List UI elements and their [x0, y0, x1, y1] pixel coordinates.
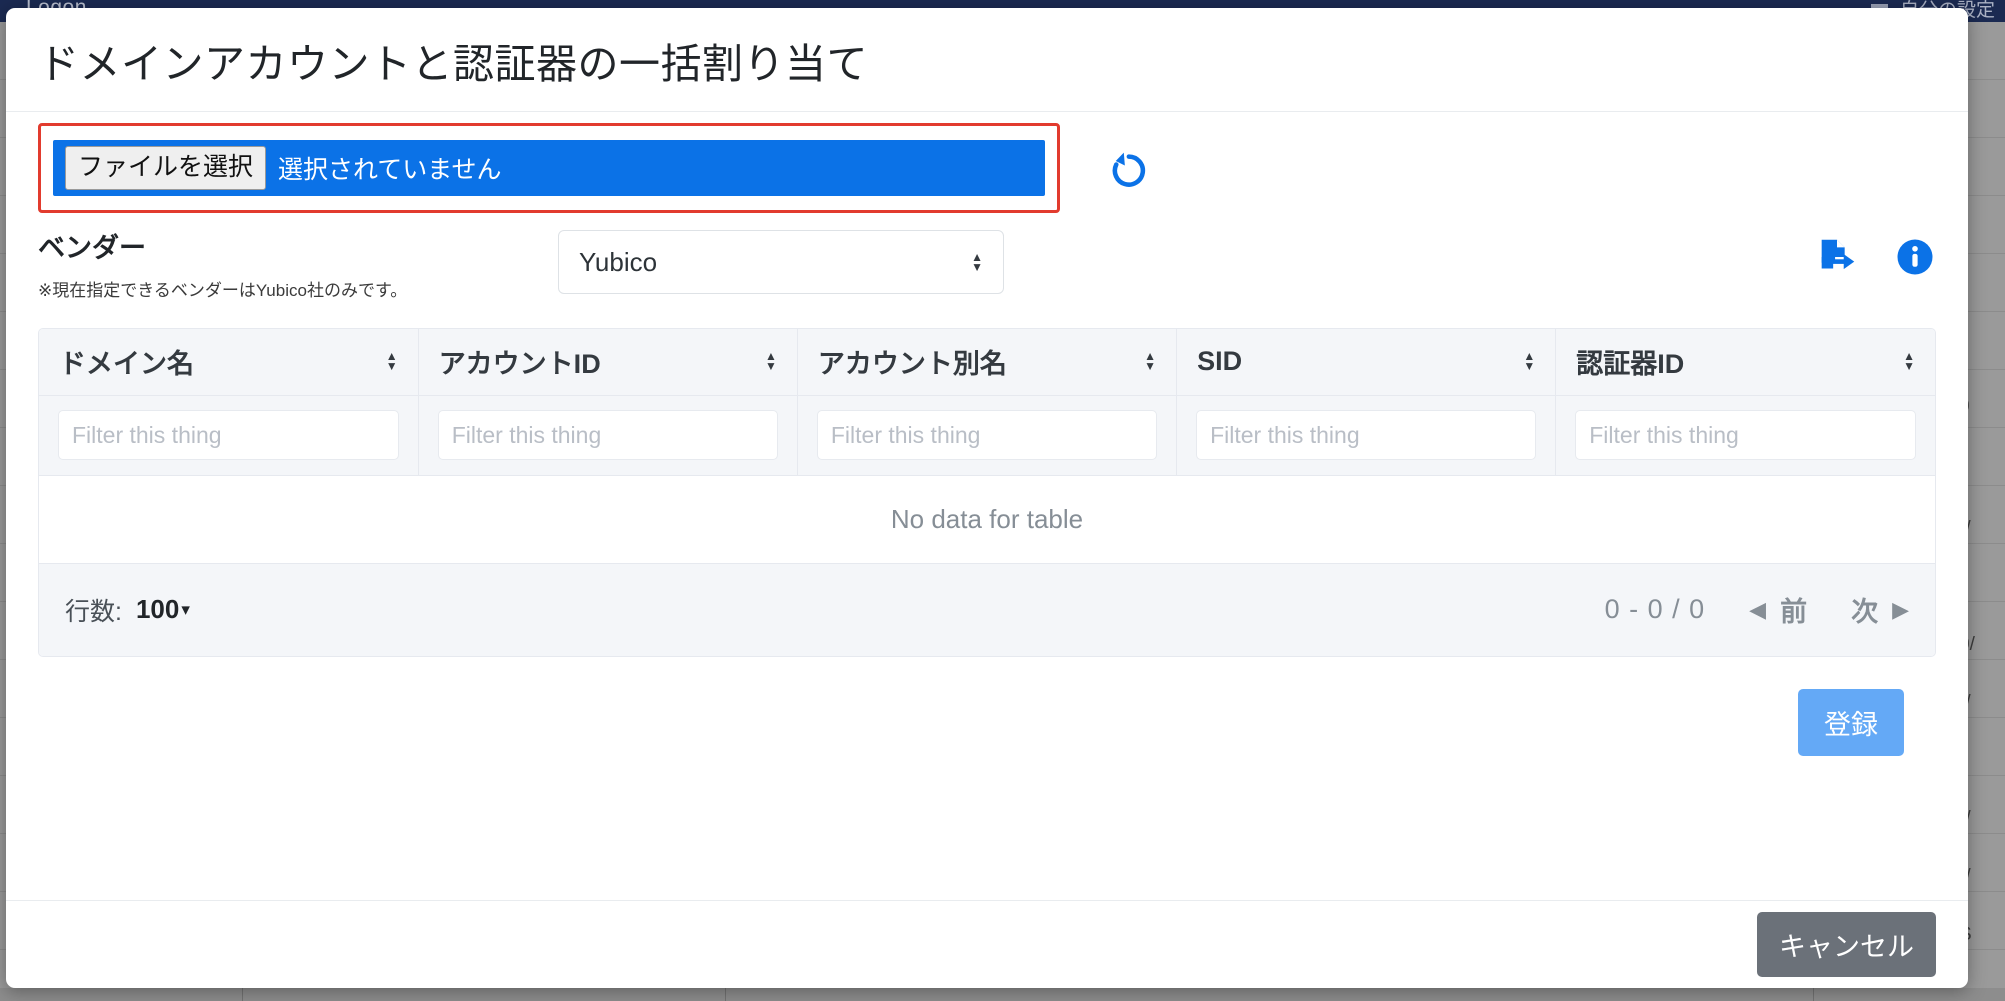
- table-empty-message: No data for table: [39, 475, 1935, 563]
- bulk-assignment-dialog: ドメインアカウントと認証器の一括割り当て ファイルを選択 選択されていません ベ…: [6, 8, 1968, 988]
- rows-per-page-value: 100: [136, 594, 179, 625]
- next-page-button[interactable]: 次 ▶: [1851, 590, 1909, 629]
- table-header-row: ドメイン名 ▲▼ アカウントID ▲▼ アカウン: [39, 329, 1935, 395]
- file-status-text: 選択されていません: [278, 150, 502, 186]
- vendor-label: ベンダー: [38, 226, 558, 265]
- dialog-title: ドメインアカウントと認証器の一括割り当て: [38, 30, 868, 90]
- chevron-updown-icon: ▲▼: [971, 254, 983, 271]
- column-label: 認証器ID: [1576, 342, 1684, 381]
- chevron-down-icon: ▾: [181, 600, 190, 620]
- rows-per-page-select[interactable]: 100 ▾: [136, 594, 190, 625]
- filter-input-domain-name[interactable]: [58, 410, 399, 460]
- register-button[interactable]: 登録: [1798, 689, 1904, 756]
- table-filter-row: [39, 395, 1935, 475]
- dialog-header: ドメインアカウントと認証器の一括割り当て: [6, 8, 1968, 112]
- vendor-select-wrapper: Yubico ▲▼: [558, 222, 1004, 294]
- chevron-left-icon: ◀: [1749, 597, 1766, 623]
- reset-button[interactable]: [1102, 142, 1154, 194]
- info-button[interactable]: [1894, 236, 1936, 278]
- column-header-authenticator-id[interactable]: 認証器ID ▲▼: [1556, 329, 1935, 395]
- column-label: SID: [1197, 346, 1242, 377]
- vendor-select-value: Yubico: [579, 247, 657, 278]
- filter-cell-account-alias: [797, 395, 1176, 475]
- next-page-label: 次: [1851, 590, 1878, 629]
- previous-page-label: 前: [1780, 590, 1807, 629]
- filter-input-sid[interactable]: [1196, 410, 1536, 460]
- filter-input-account-alias[interactable]: [817, 410, 1157, 460]
- sort-arrows-icon[interactable]: ▲▼: [1903, 353, 1915, 370]
- background-bottom-bar: [0, 988, 2005, 1001]
- submit-row: 登録: [38, 657, 1936, 756]
- dialog-body: ファイルを選択 選択されていません ベンダー ※現在指定できるベンダーはYubi…: [6, 112, 1968, 900]
- info-circle-icon: [1894, 236, 1936, 278]
- rows-per-page-group: 行数: 100 ▾: [65, 592, 190, 628]
- vendor-note: ※現在指定できるベンダーはYubico社のみです。: [38, 276, 558, 301]
- vendor-select[interactable]: Yubico ▲▼: [558, 230, 1004, 294]
- column-header-domain-name[interactable]: ドメイン名 ▲▼: [39, 329, 418, 395]
- filter-input-account-id[interactable]: [438, 410, 778, 460]
- filter-input-authenticator-id[interactable]: [1575, 410, 1916, 460]
- file-export-icon: [1814, 234, 1860, 280]
- undo-reset-icon: [1107, 147, 1149, 189]
- sort-arrows-icon[interactable]: ▲▼: [1144, 353, 1156, 370]
- sort-arrows-icon[interactable]: ▲▼: [765, 353, 777, 370]
- choose-file-button[interactable]: ファイルを選択: [65, 146, 266, 190]
- column-label: アカウント別名: [818, 342, 1007, 381]
- dialog-footer: キャンセル: [6, 900, 1968, 988]
- filter-cell-authenticator-id: [1556, 395, 1935, 475]
- file-input-focus-highlight: ファイルを選択 選択されていません: [38, 123, 1060, 213]
- sort-arrows-icon[interactable]: ▲▼: [386, 353, 398, 370]
- vendor-label-group: ベンダー ※現在指定できるベンダーはYubico社のみです。: [38, 222, 558, 301]
- vendor-row: ベンダー ※現在指定できるベンダーはYubico社のみです。 Yubico ▲▼: [38, 222, 1936, 318]
- table-empty-row: No data for table: [39, 475, 1935, 563]
- filter-cell-sid: [1177, 395, 1556, 475]
- vendor-action-icons: [1814, 234, 1936, 280]
- file-input[interactable]: ファイルを選択 選択されていません: [53, 140, 1045, 196]
- pagination-controls: 0 - 0 / 0 ◀ 前 次 ▶: [1605, 590, 1909, 629]
- column-label: アカウントID: [439, 342, 601, 381]
- column-header-account-id[interactable]: アカウントID ▲▼: [418, 329, 797, 395]
- filter-cell-domain-name: [39, 395, 418, 475]
- column-header-account-alias[interactable]: アカウント別名 ▲▼: [797, 329, 1176, 395]
- table-pagination: 行数: 100 ▾ 0 - 0 / 0 ◀ 前 次 ▶: [39, 564, 1935, 656]
- previous-page-button[interactable]: ◀ 前: [1749, 590, 1807, 629]
- cancel-button[interactable]: キャンセル: [1757, 912, 1936, 977]
- column-label: ドメイン名: [59, 342, 194, 381]
- column-header-sid[interactable]: SID ▲▼: [1177, 329, 1556, 395]
- file-upload-row: ファイルを選択 選択されていません: [38, 124, 1936, 212]
- export-template-button[interactable]: [1814, 234, 1860, 280]
- rows-per-page-label: 行数:: [65, 592, 122, 628]
- assignment-table: ドメイン名 ▲▼ アカウントID ▲▼ アカウン: [38, 328, 1936, 657]
- filter-cell-account-id: [418, 395, 797, 475]
- table-header: ドメイン名 ▲▼ アカウントID ▲▼ アカウン: [39, 329, 1935, 395]
- chevron-right-icon: ▶: [1892, 597, 1909, 623]
- sort-arrows-icon[interactable]: ▲▼: [1523, 353, 1535, 370]
- pagination-range: 0 - 0 / 0: [1605, 594, 1706, 625]
